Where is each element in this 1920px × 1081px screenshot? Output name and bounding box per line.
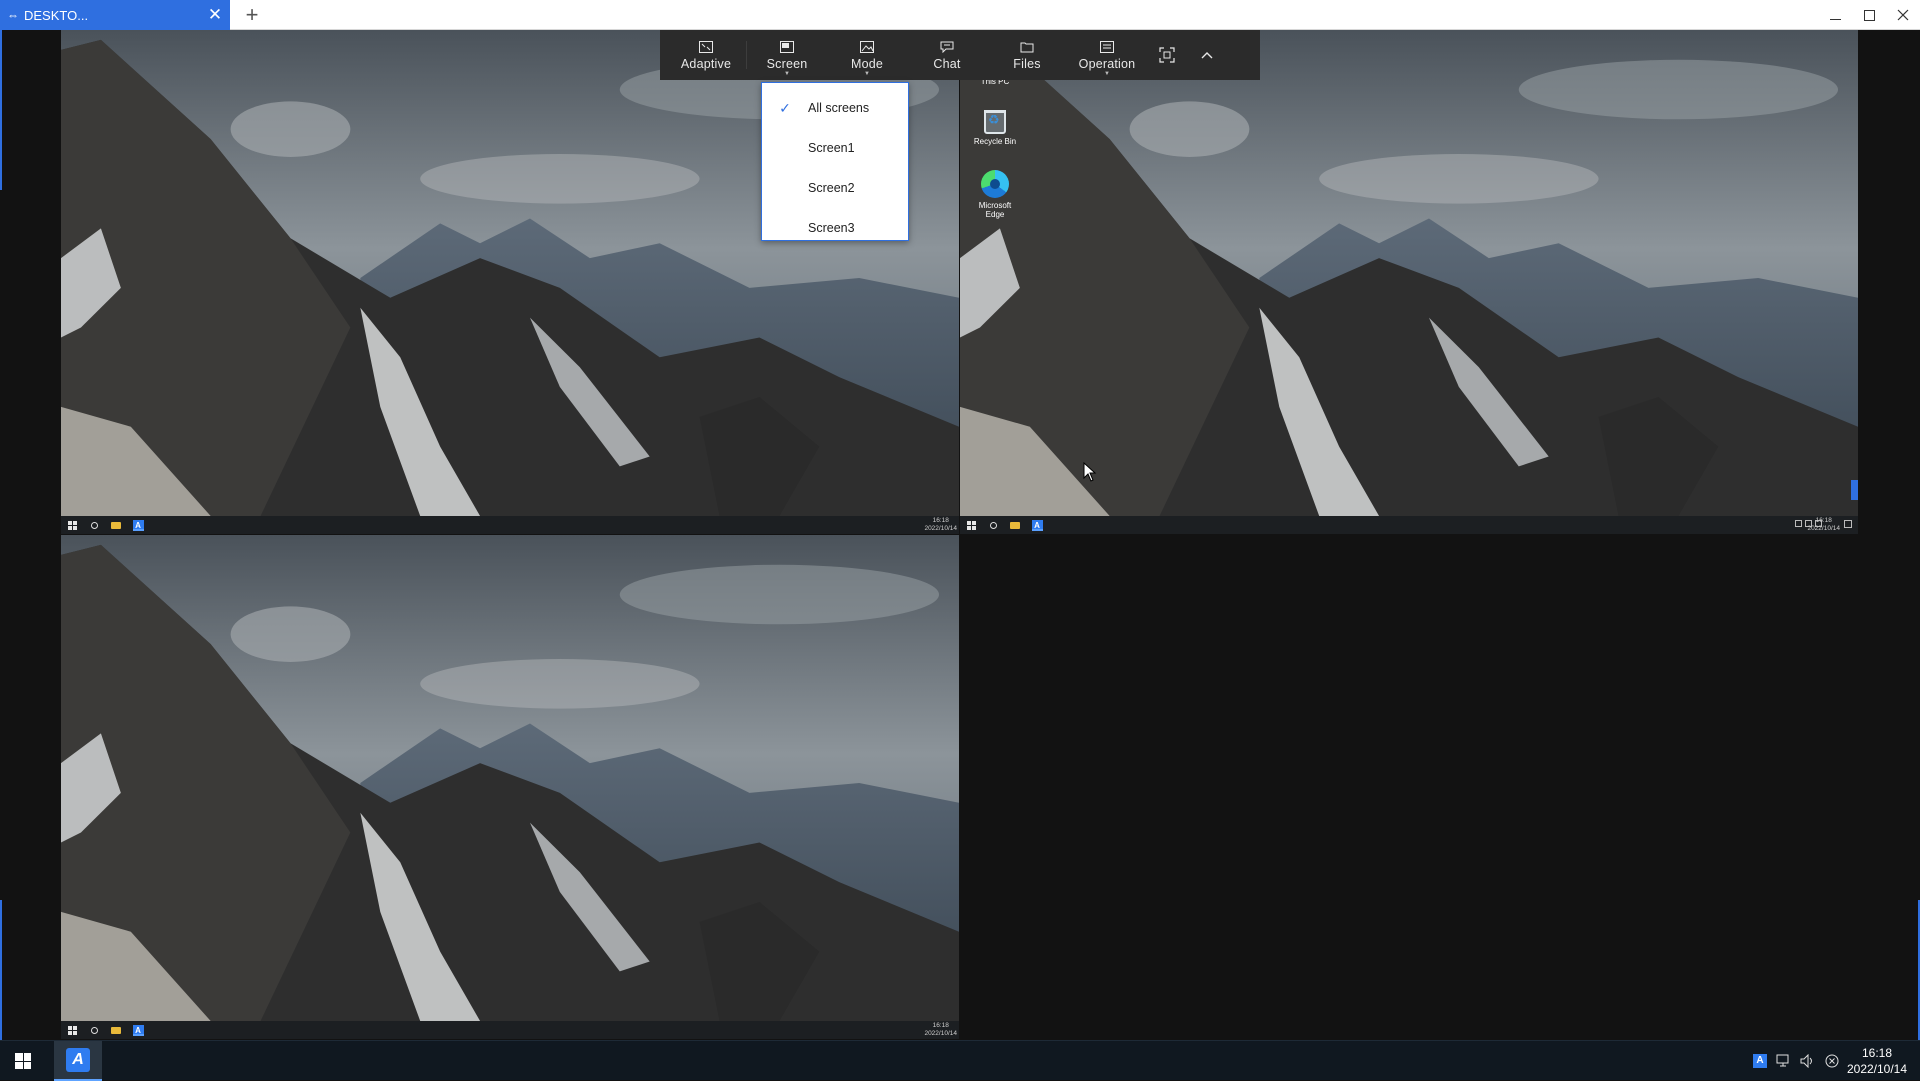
remote-app-icon: A (127, 516, 149, 534)
system-clock[interactable]: 16:18 2022/10/14 (1842, 1045, 1912, 1077)
folder-icon (105, 1021, 127, 1039)
window-controls (1818, 0, 1920, 30)
operation-icon (1098, 39, 1116, 54)
operation-label: Operation (1078, 57, 1136, 71)
adaptive-label: Adaptive (680, 57, 732, 71)
check-icon: ✓ (779, 99, 791, 116)
remote-clock: 16:18 2022/10/14 (924, 517, 957, 532)
clock-time: 16:18 (1861, 1046, 1893, 1060)
maximize-icon (1863, 9, 1875, 21)
chevron-down-icon: ▼ (1104, 71, 1110, 77)
chat-icon (938, 39, 956, 54)
remote-taskbar: A 16:18 2022/10/14 (61, 1021, 959, 1039)
menu-item-screen1[interactable]: Screen1 (762, 133, 908, 163)
view-edge-marker (0, 900, 2, 1040)
wallpaper (960, 30, 1858, 516)
title-bar: ⇔ DESKTO... ✕ + (0, 0, 1920, 30)
session-tab[interactable]: ⇔ DESKTO... ✕ (0, 0, 230, 30)
mode-label: Mode (850, 57, 884, 71)
clock-date: 2022/10/14 (1846, 1062, 1908, 1076)
menu-item-label: Screen1 (808, 141, 855, 155)
remote-app-icon: A (1753, 1054, 1767, 1068)
remote-app-icon: A (66, 1048, 90, 1072)
edge-label-line2: Edge (985, 210, 1005, 219)
start-icon (61, 1021, 83, 1039)
minimize-icon (1829, 18, 1841, 20)
view-edge-marker (0, 30, 2, 190)
maximize-button[interactable] (1852, 0, 1886, 30)
tray-remote-app[interactable]: A (1752, 1053, 1768, 1069)
files-label: Files (1013, 57, 1041, 71)
menu-item-all-screens[interactable]: ✓ All screens (762, 93, 908, 123)
remote-taskbar: A 16:18 2022/10/14 (61, 516, 959, 534)
screen-icon (778, 39, 796, 54)
adaptive-button[interactable]: Adaptive (666, 30, 746, 80)
close-window-button[interactable] (1886, 0, 1920, 30)
minimize-button[interactable] (1818, 0, 1852, 30)
remote-taskbar: A 16:18 2022/10/14 (960, 516, 1858, 534)
close-icon (1897, 9, 1909, 21)
remote-control-toolbar: Adaptive Screen ▼ Mode ▼ Chat Files Oper… (660, 30, 1260, 80)
system-tray: A (1752, 1041, 1840, 1081)
taskbar-remote-app[interactable]: A (54, 1041, 102, 1081)
start-icon (61, 516, 83, 534)
mouse-cursor-icon (1083, 462, 1097, 482)
edge-icon (981, 170, 1009, 198)
notification-icon (1844, 520, 1852, 528)
recycle-bin-label: Recycle Bin (973, 137, 1017, 146)
edge-label-line1: Microsoft (978, 201, 1012, 210)
host-taskbar: A A 16:18 2022/10/14 (0, 1040, 1920, 1081)
adaptive-icon (697, 39, 715, 54)
menu-item-label: All screens (808, 101, 870, 115)
screen-button[interactable]: Screen ▼ (747, 30, 827, 80)
chevron-down-icon: ▼ (784, 71, 790, 77)
wallpaper (61, 535, 959, 1021)
search-icon (83, 516, 105, 534)
collapse-toolbar-button[interactable] (1187, 30, 1227, 80)
remote-app-icon: A (1026, 516, 1048, 534)
chevron-up-icon (1201, 52, 1213, 59)
windows-logo-icon (15, 1053, 31, 1069)
tab-title: DESKTO... (24, 7, 89, 23)
status-icon[interactable] (1824, 1053, 1840, 1069)
remote-screen-2[interactable]: This PC Recycle Bin Microsoft Edge A 16:… (960, 30, 1858, 534)
remote-clock: 16:18 2022/10/14 (1807, 517, 1840, 532)
menu-item-label: Screen2 (808, 181, 855, 195)
files-button[interactable]: Files (987, 30, 1067, 80)
volume-icon[interactable] (1800, 1053, 1816, 1069)
start-icon (960, 516, 982, 534)
tab-close-button[interactable]: ✕ (204, 4, 226, 26)
recycle-bin-desktop-icon[interactable]: Recycle Bin (965, 110, 1025, 146)
menu-item-screen2[interactable]: Screen2 (762, 173, 908, 203)
chat-button[interactable]: Chat (907, 30, 987, 80)
remote-screen-3[interactable]: A 16:18 2022/10/14 (61, 535, 959, 1039)
folder-icon (105, 516, 127, 534)
edge-desktop-icon[interactable]: Microsoft Edge (965, 170, 1025, 219)
mode-button[interactable]: Mode ▼ (827, 30, 907, 80)
folder-icon (1018, 39, 1036, 54)
remote-side-handle[interactable] (1851, 480, 1858, 500)
new-tab-button[interactable]: + (240, 3, 264, 27)
link-icon: ⇔ (7, 8, 19, 22)
image-icon (858, 39, 876, 54)
network-icon[interactable] (1776, 1053, 1792, 1069)
search-icon (83, 1021, 105, 1039)
remote-app-icon: A (127, 1021, 149, 1039)
chat-label: Chat (933, 57, 961, 71)
screen-label: Screen (766, 57, 808, 71)
chevron-down-icon: ▼ (864, 71, 870, 77)
remote-clock: 16:18 2022/10/14 (924, 1022, 957, 1037)
search-icon (982, 516, 1004, 534)
operation-button[interactable]: Operation ▼ (1067, 30, 1147, 80)
recycle-bin-icon (984, 110, 1006, 134)
menu-item-label: Screen3 (808, 221, 855, 235)
menu-item-screen3[interactable]: Screen3 (762, 213, 908, 243)
folder-icon (1004, 516, 1026, 534)
fullscreen-icon (1159, 47, 1175, 63)
start-button[interactable] (0, 1041, 46, 1081)
screen-dropdown-menu: ✓ All screens Screen1 Screen2 Screen3 (761, 82, 909, 241)
fullscreen-button[interactable] (1147, 30, 1187, 80)
